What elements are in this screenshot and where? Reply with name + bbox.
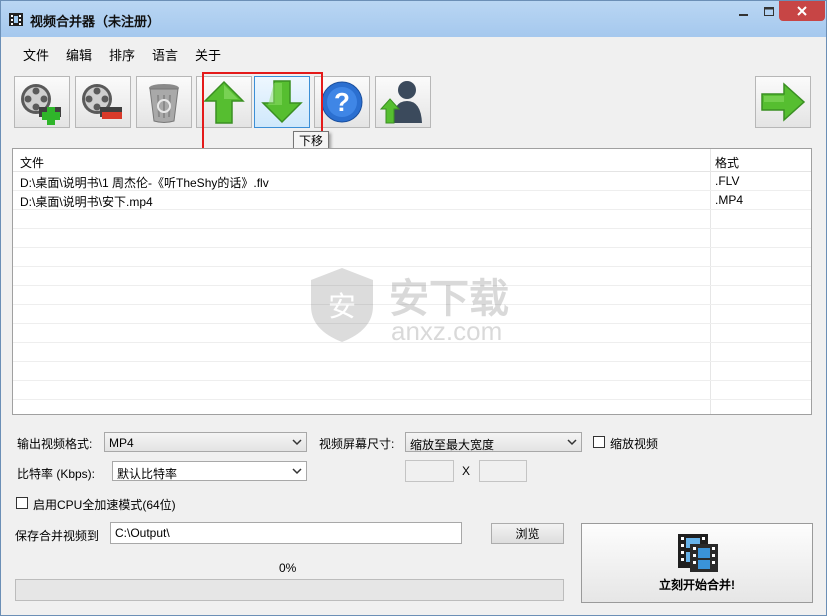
empty-row xyxy=(13,381,811,400)
film-strip-icon xyxy=(678,534,718,572)
progress-bar xyxy=(15,579,564,601)
maximize-icon xyxy=(764,6,774,16)
clear-list-button[interactable] xyxy=(136,76,192,128)
move-up-button[interactable] xyxy=(196,76,252,128)
menu-sort[interactable]: 排序 xyxy=(109,45,135,64)
help-button[interactable]: ? xyxy=(314,76,370,128)
app-window: 视频合并器（未注册） 文件 编辑 排序 语言 关于 ? 下移 文件 格式 D:\… xyxy=(0,0,827,616)
chevron-down-icon xyxy=(292,468,302,475)
bitrate-label: 比特率 (Kbps): xyxy=(17,467,96,481)
file-format: .FLV xyxy=(715,174,740,188)
table-row[interactable]: D:\桌面\说明书\1 周杰伦-《听TheShy的话》.flv .FLV xyxy=(13,172,811,191)
film-app-icon xyxy=(9,13,23,26)
menu-bar: 文件 编辑 排序 语言 关于 xyxy=(1,37,826,67)
file-format: .MP4 xyxy=(715,193,744,207)
title-bar[interactable]: 视频合并器（未注册） xyxy=(1,1,826,37)
watermark-shield-text: 安 xyxy=(328,290,356,323)
empty-row xyxy=(13,248,811,267)
next-step-button[interactable] xyxy=(755,76,811,128)
table-row[interactable]: D:\桌面\说明书\安下.mp4 .MP4 xyxy=(13,191,811,210)
shield-icon: 安 xyxy=(311,268,373,342)
svg-text:?: ? xyxy=(334,87,350,117)
screen-size-label: 视频屏幕尺寸: xyxy=(319,437,395,451)
height-input[interactable] xyxy=(479,460,527,482)
empty-row xyxy=(13,362,811,381)
size-separator: X xyxy=(462,464,471,478)
menu-language[interactable]: 语言 xyxy=(152,45,178,64)
arrow-down-icon xyxy=(261,80,303,124)
help-icon: ? xyxy=(321,81,363,123)
add-file-button[interactable] xyxy=(14,76,70,128)
empty-row xyxy=(13,229,811,248)
column-header-file[interactable]: 文件 xyxy=(20,154,44,171)
minimize-button[interactable] xyxy=(731,1,757,22)
watermark-domain: anxz.com xyxy=(391,316,503,346)
remove-file-button[interactable] xyxy=(75,76,131,128)
output-path-value: C:\Output\ xyxy=(115,526,170,540)
arrow-right-icon xyxy=(761,82,806,122)
output-format-label: 输出视频格式: xyxy=(17,437,93,451)
close-icon xyxy=(797,6,807,16)
menu-file[interactable]: 文件 xyxy=(23,45,49,64)
screen-size-select[interactable]: 缩放至最大宽度 xyxy=(405,432,582,452)
film-remove-icon xyxy=(82,84,122,119)
window-title: 视频合并器（未注册） xyxy=(30,14,161,29)
scale-video-label: 缩放视频 xyxy=(610,437,659,451)
progress-text: 0% xyxy=(279,561,297,575)
menu-edit[interactable]: 编辑 xyxy=(66,45,92,64)
chevron-down-icon xyxy=(292,439,302,446)
browse-label: 浏览 xyxy=(515,527,540,541)
list-header: 文件 格式 xyxy=(13,149,811,172)
minimize-icon xyxy=(739,13,748,16)
arrow-up-icon xyxy=(203,80,245,124)
start-merge-button[interactable]: 立刻开始合并! xyxy=(581,523,813,603)
close-button[interactable] xyxy=(779,1,825,21)
scale-video-checkbox[interactable] xyxy=(593,436,605,448)
browse-button[interactable]: 浏览 xyxy=(491,523,564,544)
output-format-value: MP4 xyxy=(109,436,134,450)
film-add-icon xyxy=(21,84,61,125)
column-header-format[interactable]: 格式 xyxy=(715,154,739,171)
cpu-accel-label: 启用CPU全加速模式(64位) xyxy=(33,498,176,512)
recycle-bin-icon xyxy=(149,84,179,123)
file-path: D:\桌面\说明书\安下.mp4 xyxy=(20,195,153,209)
move-down-button[interactable] xyxy=(254,76,310,128)
user-upload-icon xyxy=(380,81,422,124)
empty-row xyxy=(13,210,811,229)
start-merge-label: 立刻开始合并! xyxy=(659,578,735,592)
chevron-down-icon xyxy=(567,439,577,446)
file-list[interactable]: 文件 格式 D:\桌面\说明书\1 周杰伦-《听TheShy的话》.flv .F… xyxy=(12,148,812,415)
output-format-select[interactable]: MP4 xyxy=(104,432,307,452)
bitrate-value: 默认比特率 xyxy=(117,467,178,481)
menu-about[interactable]: 关于 xyxy=(195,45,221,64)
watermark: 安 安下载 anxz.com xyxy=(307,266,537,346)
screen-size-value: 缩放至最大宽度 xyxy=(410,438,495,452)
bitrate-select[interactable]: 默认比特率 xyxy=(112,461,307,481)
save-path-label: 保存合并视频到 xyxy=(15,529,100,543)
width-input[interactable] xyxy=(405,460,454,482)
register-button[interactable] xyxy=(375,76,431,128)
file-path: D:\桌面\说明书\1 周杰伦-《听TheShy的话》.flv xyxy=(20,176,269,190)
output-path-input[interactable]: C:\Output\ xyxy=(110,522,462,544)
cpu-accel-checkbox[interactable] xyxy=(16,497,28,509)
